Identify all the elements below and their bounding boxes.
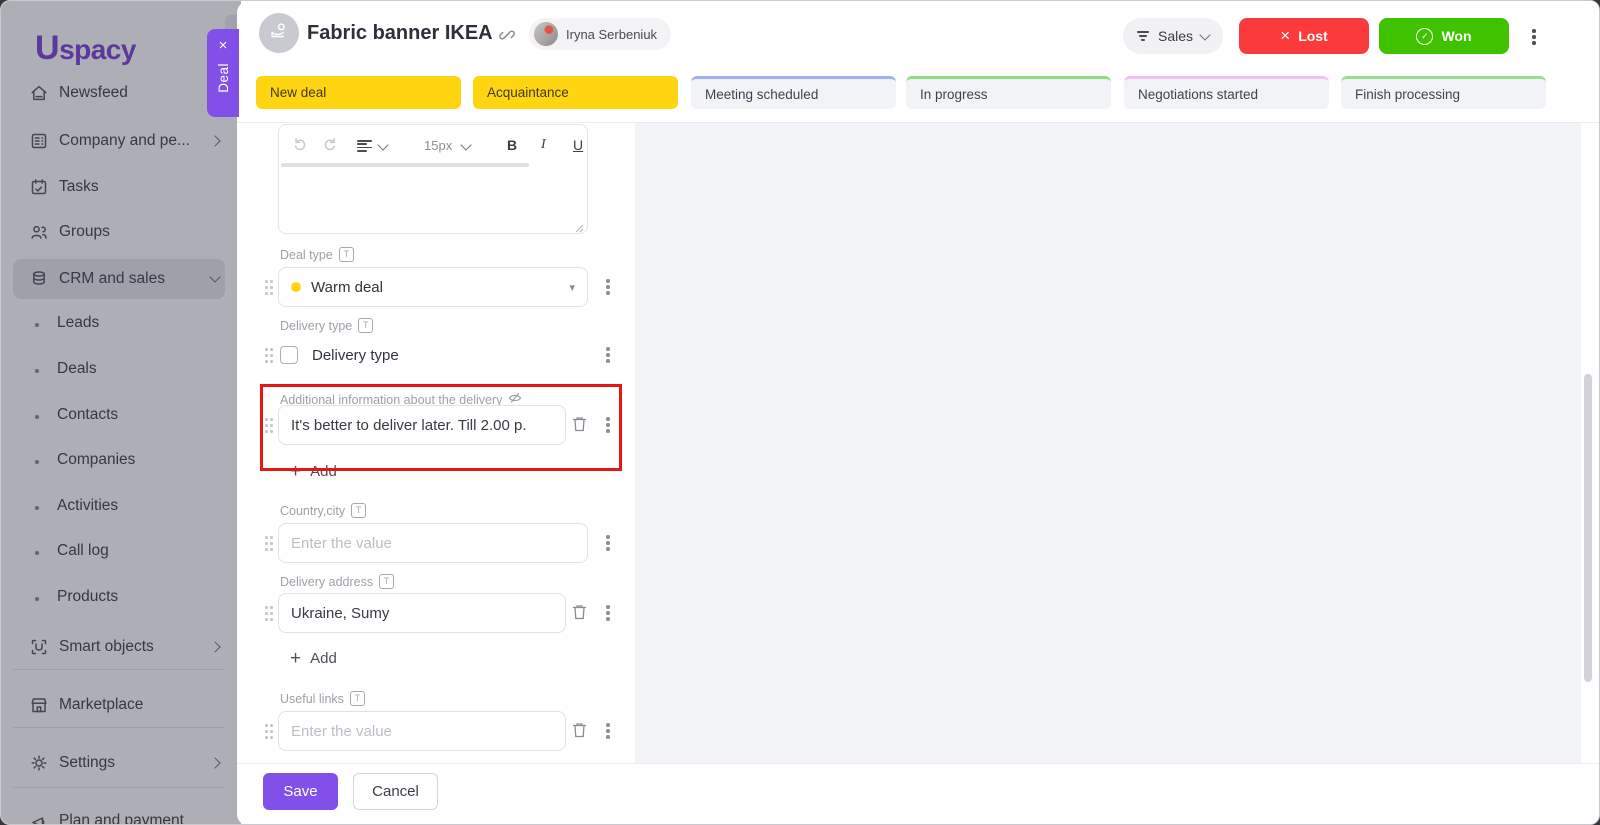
save-button[interactable]: Save — [263, 773, 338, 810]
label-text: Deal type — [280, 248, 333, 262]
stage-acquaintance[interactable]: Acquaintance — [473, 76, 678, 109]
trash-icon[interactable] — [571, 603, 589, 623]
deal-type-select[interactable]: Warm deal ▾ — [278, 267, 588, 307]
caret-down-icon: ▾ — [569, 281, 575, 294]
lost-label: Lost — [1298, 28, 1328, 44]
label-text: Delivery type — [280, 319, 352, 333]
deal-avatar — [259, 13, 299, 53]
label-text: Country,city — [280, 504, 345, 518]
editor-toolbar-scrollbar[interactable] — [281, 163, 529, 167]
useful-links-kebab-menu[interactable] — [599, 721, 617, 741]
stage-label: Finish processing — [1355, 87, 1460, 102]
drag-handle[interactable] — [264, 279, 273, 295]
text-type-icon: T — [339, 247, 354, 262]
italic-button[interactable]: I — [541, 137, 546, 153]
warm-deal-dot-icon — [291, 282, 301, 292]
trash-icon[interactable] — [571, 415, 589, 435]
stage-meeting-scheduled[interactable]: Meeting scheduled — [691, 76, 896, 109]
owner-name: Iryna Serbeniuk — [566, 27, 657, 42]
owner-chip[interactable]: Iryna Serbeniuk — [529, 18, 671, 50]
chevron-down-icon[interactable] — [460, 139, 471, 150]
drag-handle[interactable] — [264, 535, 273, 551]
underline-button[interactable]: U — [573, 137, 583, 153]
redo-icon[interactable] — [322, 136, 338, 155]
check-circle-icon: ✓ — [1416, 28, 1433, 45]
deal-type-kebab-menu[interactable] — [599, 277, 617, 297]
add-label: Add — [310, 463, 337, 480]
stage-in-progress[interactable]: In progress — [906, 76, 1111, 109]
chevron-down-icon — [1199, 29, 1210, 40]
funnel-select[interactable]: Sales — [1123, 18, 1223, 54]
drag-handle[interactable] — [264, 417, 273, 433]
editor-toolbar: 15px B I U — [279, 133, 587, 157]
field-label-country-city: Country,city T — [280, 503, 366, 518]
field-label-useful-links: Useful links T — [280, 691, 365, 706]
stage-new-deal[interactable]: New deal — [256, 76, 461, 109]
owner-avatar — [534, 22, 558, 46]
stage-label: In progress — [920, 87, 988, 102]
add-value-button[interactable]: + Add — [290, 463, 337, 480]
text-type-icon: T — [358, 318, 373, 333]
deal-panel-tab[interactable]: × Deal — [207, 29, 239, 117]
trash-icon[interactable] — [571, 721, 589, 741]
resize-handle-icon[interactable] — [574, 220, 584, 230]
field-label-delivery-type: Delivery type T — [280, 318, 373, 333]
page-title: Fabric banner IKEA — [307, 22, 493, 45]
comment-editor[interactable]: 15px B I U — [278, 124, 588, 234]
field-label-delivery-address: Delivery address T — [280, 574, 394, 589]
filter-icon — [1137, 31, 1150, 41]
footer-divider — [237, 763, 1600, 764]
content-background — [635, 123, 1581, 763]
plus-icon: + — [290, 464, 301, 480]
deal-type-value: Warm deal — [311, 279, 569, 296]
cancel-button[interactable]: Cancel — [353, 773, 438, 810]
app-window: Uspacy Newsfeed Company and pe... Tasks — [0, 0, 1600, 825]
lost-button[interactable]: × Lost — [1239, 18, 1369, 54]
won-button[interactable]: ✓ Won — [1379, 18, 1509, 54]
add-value-button[interactable]: + Add — [290, 650, 337, 667]
delivery-address-input[interactable] — [278, 593, 566, 633]
delivery-type-checkbox[interactable] — [280, 346, 298, 364]
additional-info-kebab-menu[interactable] — [599, 415, 617, 435]
stage-negotiations-started[interactable]: Negotiations started — [1124, 76, 1329, 109]
useful-links-input[interactable] — [278, 711, 566, 751]
label-text: Useful links — [280, 692, 344, 706]
drag-handle[interactable] — [264, 605, 273, 621]
stage-label: New deal — [270, 85, 326, 100]
stage-finish-processing[interactable]: Finish processing — [1341, 76, 1546, 109]
close-icon[interactable]: × — [219, 38, 228, 53]
modal-backdrop[interactable] — [1, 1, 241, 824]
close-icon: × — [1280, 26, 1290, 46]
delivery-type-checkbox-label: Delivery type — [312, 347, 399, 364]
funnel-label: Sales — [1158, 28, 1193, 44]
chevron-down-icon[interactable] — [377, 139, 388, 150]
text-type-icon: T — [379, 574, 394, 589]
text-type-icon: T — [350, 691, 365, 706]
hand-coin-icon — [268, 20, 290, 47]
stage-label: Acquaintance — [487, 85, 569, 100]
stage-label: Negotiations started — [1138, 87, 1258, 102]
drag-handle[interactable] — [264, 723, 273, 739]
additional-info-input[interactable] — [278, 405, 566, 445]
text-type-icon: T — [351, 503, 366, 518]
align-icon[interactable] — [357, 139, 372, 155]
deal-tab-label: Deal — [216, 63, 231, 93]
vertical-scrollbar[interactable] — [1584, 374, 1592, 682]
bold-button[interactable]: B — [507, 137, 517, 153]
drag-handle[interactable] — [264, 347, 273, 363]
delivery-type-kebab-menu[interactable] — [599, 345, 617, 365]
plus-icon: + — [290, 651, 301, 667]
delivery-address-kebab-menu[interactable] — [599, 603, 617, 623]
stage-label: Meeting scheduled — [705, 87, 818, 102]
header-kebab-menu[interactable] — [1525, 27, 1543, 47]
country-city-input[interactable] — [278, 523, 588, 563]
won-label: Won — [1441, 28, 1471, 44]
undo-icon[interactable] — [292, 136, 308, 155]
field-label-deal-type: Deal type T — [280, 247, 354, 262]
copy-link-icon[interactable] — [498, 26, 516, 44]
font-size-select[interactable]: 15px — [424, 138, 452, 153]
add-label: Add — [310, 650, 337, 667]
label-text: Delivery address — [280, 575, 373, 589]
country-city-kebab-menu[interactable] — [599, 533, 617, 553]
